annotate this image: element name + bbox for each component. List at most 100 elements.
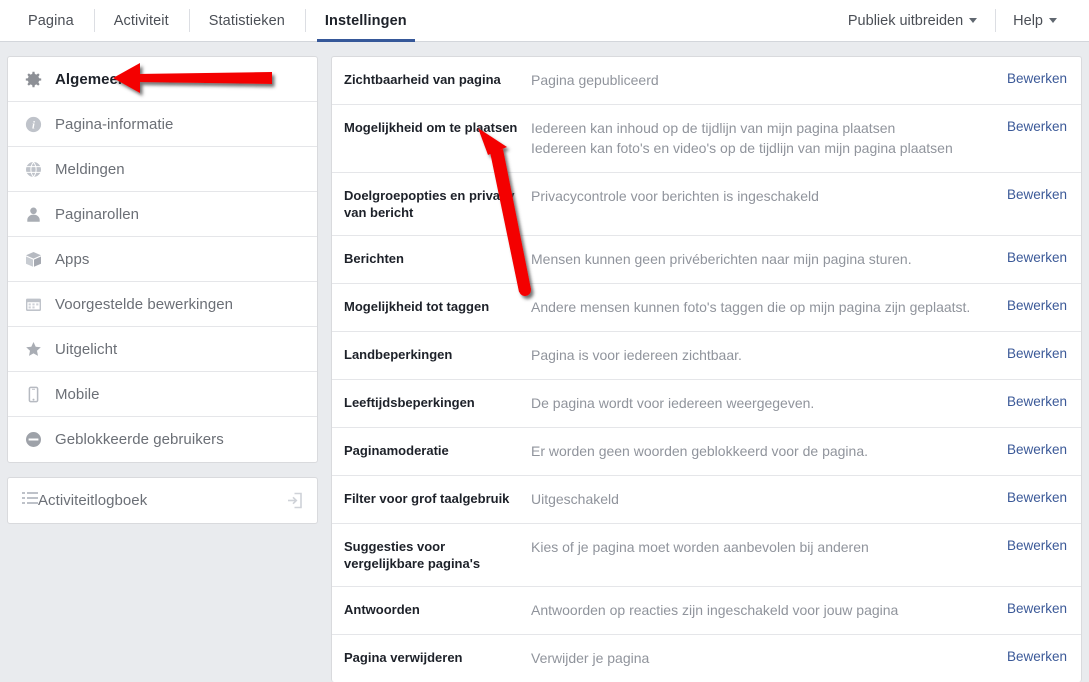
settings-row-label: Doelgroepopties en privacy van bericht <box>344 188 515 220</box>
tab-statistieken[interactable]: Statistieken <box>188 0 305 41</box>
sidebar-item-label: Apps <box>55 250 90 268</box>
settings-row-value: Iedereen kan inhoud op de tijdlijn van m… <box>531 119 997 158</box>
settings-row-value: Andere mensen kunnen foto's taggen die o… <box>531 298 997 317</box>
sidebar-item-algemeen[interactable]: Algemeen <box>8 57 317 102</box>
sidebar-item-geblokkeerde-gebruikers[interactable]: Geblokkeerde gebruikers <box>8 417 317 462</box>
settings-row-label: Filter voor grof taalgebruik <box>344 491 510 506</box>
settings-row-value: Uitgeschakeld <box>531 490 997 509</box>
settings-row-label: Berichten <box>344 251 404 266</box>
settings-row-label: Suggesties voor vergelijkbare pagina's <box>344 539 481 571</box>
nav-menu-help[interactable]: Help <box>995 0 1075 41</box>
edit-link[interactable]: Bewerken <box>997 298 1067 313</box>
settings-row-value: Privacycontrole voor berichten is ingesc… <box>531 187 997 206</box>
settings-row-value: Pagina is voor iedereen zichtbaar. <box>531 346 997 365</box>
nav-menu-label: Help <box>1013 12 1043 29</box>
sidebar-item-pagina-informatie[interactable]: i Pagina-informatie <box>8 102 317 147</box>
tab-pagina[interactable]: Pagina <box>8 0 94 41</box>
sidebar-item-label: Algemeen <box>55 70 128 88</box>
settings-sidebar: Algemeen i Pagina-informatie Meldingen Pagin… <box>7 56 318 524</box>
nav-menus: Publiek uitbreiden Help <box>830 0 1089 41</box>
settings-row-value: Er worden geen woorden geblokkeerd voor … <box>531 442 997 461</box>
calendar-icon <box>22 293 44 315</box>
edit-link[interactable]: Bewerken <box>997 442 1067 457</box>
settings-row: Doelgroepopties en privacy van bericht Pr… <box>332 173 1081 236</box>
settings-row-value-line: Antwoorden op reacties zijn ingeschakeld… <box>531 602 899 618</box>
settings-row: Suggesties voor vergelijkbare pagina's Ki… <box>332 524 1081 587</box>
settings-row-value: Pagina gepubliceerd <box>531 71 997 90</box>
activity-log-card[interactable]: Activiteitlogboek <box>7 477 318 524</box>
settings-row-label: Pagina verwijderen <box>344 650 463 665</box>
settings-row-value: Antwoorden op reacties zijn ingeschakeld… <box>531 601 997 620</box>
sidebar-item-voorgestelde-bewerkingen[interactable]: Voorgestelde bewerkingen <box>8 282 317 327</box>
edit-link[interactable]: Bewerken <box>997 187 1067 202</box>
tab-label: Instellingen <box>324 12 407 29</box>
settings-row-label: Mogelijkheid tot taggen <box>344 299 490 314</box>
settings-row-value-line: Privacycontrole voor berichten is ingesc… <box>531 188 819 204</box>
settings-row: Paginamoderatie Er worden geen woorden ge… <box>332 428 1081 476</box>
settings-row-label: Zichtbaarheid van pagina <box>344 72 501 87</box>
edit-link[interactable]: Bewerken <box>997 250 1067 265</box>
settings-row-value-line: Iedereen kan inhoud op de tijdlijn van m… <box>531 120 896 136</box>
person-icon <box>22 203 44 225</box>
edit-link[interactable]: Bewerken <box>997 346 1067 361</box>
star-icon <box>22 338 44 360</box>
sidebar-item-label: Pagina-informatie <box>55 115 174 133</box>
sidebar-item-activity-log[interactable]: Activiteitlogboek <box>8 478 317 523</box>
settings-row-label: Mogelijkheid om te plaatsen <box>344 120 518 135</box>
tab-label: Activiteit <box>113 12 169 29</box>
edit-link[interactable]: Bewerken <box>997 649 1067 664</box>
tab-label: Pagina <box>28 12 74 29</box>
edit-link[interactable]: Bewerken <box>997 394 1067 409</box>
settings-row: Berichten Mensen kunnen geen privébericht… <box>332 236 1081 284</box>
globe-icon <box>22 158 44 180</box>
settings-row-value-line: Pagina gepubliceerd <box>531 72 659 88</box>
settings-row-value-line: Verwijder je pagina <box>531 650 650 666</box>
nav-menu-label: Publiek uitbreiden <box>847 12 964 29</box>
sidebar-item-label: Voorgestelde bewerkingen <box>55 295 233 313</box>
settings-row-value: De pagina wordt voor iedereen weergegeve… <box>531 394 997 413</box>
sidebar-item-label: Activiteitlogboek <box>38 492 148 509</box>
edit-link[interactable]: Bewerken <box>997 119 1067 134</box>
sidebar-item-meldingen[interactable]: Meldingen <box>8 147 317 192</box>
settings-row: Zichtbaarheid van pagina Pagina gepublice… <box>332 57 1081 105</box>
list-icon <box>22 490 38 511</box>
info-icon: i <box>22 113 44 135</box>
open-external-icon[interactable] <box>286 492 303 509</box>
mobile-icon <box>22 383 44 405</box>
sidebar-item-label: Mobile <box>55 385 100 403</box>
settings-row-value: Kies of je pagina moet worden aanbevolen… <box>531 538 997 557</box>
top-navigation-bar: Pagina Activiteit Statistieken Instellingen… <box>0 0 1089 42</box>
nav-menu-publiek-uitbreiden[interactable]: Publiek uitbreiden <box>830 0 995 41</box>
tab-instellingen[interactable]: Instellingen <box>304 0 427 42</box>
svg-text:i: i <box>32 120 35 131</box>
sidebar-item-uitgelicht[interactable]: Uitgelicht <box>8 327 317 372</box>
tab-label: Statistieken <box>208 12 285 29</box>
edit-link[interactable]: Bewerken <box>997 490 1067 505</box>
settings-row: Pagina verwijderen Verwijder je pagina Bew… <box>332 635 1081 682</box>
settings-row: Leeftijdsbeperkingen De pagina wordt voor… <box>332 380 1081 428</box>
block-icon <box>22 429 44 451</box>
tab-activiteit[interactable]: Activiteit <box>93 0 189 41</box>
nav-tabs: Pagina Activiteit Statistieken Instellingen <box>0 0 427 42</box>
settings-row: Filter voor grof taalgebruik Uitgeschakel… <box>332 476 1081 524</box>
settings-row-value-line: Iedereen kan foto's en video's op de tij… <box>531 140 953 156</box>
settings-row-value-line: De pagina wordt voor iedereen weergegeve… <box>531 395 815 411</box>
sidebar-item-mobile[interactable]: Mobile <box>8 372 317 417</box>
settings-row-value-line: Uitgeschakeld <box>531 491 619 507</box>
settings-row-value: Mensen kunnen geen privéberichten naar m… <box>531 250 997 269</box>
sidebar-item-label: Geblokkeerde gebruikers <box>55 431 224 448</box>
settings-row: Antwoorden Antwoorden op reacties zijn in… <box>332 587 1081 635</box>
edit-link[interactable]: Bewerken <box>997 601 1067 616</box>
sidebar-item-apps[interactable]: Apps <box>8 237 317 282</box>
settings-row-label: Paginamoderatie <box>344 443 449 458</box>
sidebar-item-label: Meldingen <box>55 160 125 178</box>
box-icon <box>22 248 44 270</box>
general-settings-panel: Zichtbaarheid van pagina Pagina gepublice… <box>331 56 1082 682</box>
sidebar-item-paginarollen[interactable]: Paginarollen <box>8 192 317 237</box>
edit-link[interactable]: Bewerken <box>997 538 1067 553</box>
settings-row-value: Verwijder je pagina <box>531 649 997 668</box>
edit-link[interactable]: Bewerken <box>997 71 1067 86</box>
sidebar-menu-card: Algemeen i Pagina-informatie Meldingen Pagin… <box>7 56 318 463</box>
settings-row-label: Leeftijdsbeperkingen <box>344 395 475 410</box>
settings-row-value-line: Pagina is voor iedereen zichtbaar. <box>531 347 742 363</box>
